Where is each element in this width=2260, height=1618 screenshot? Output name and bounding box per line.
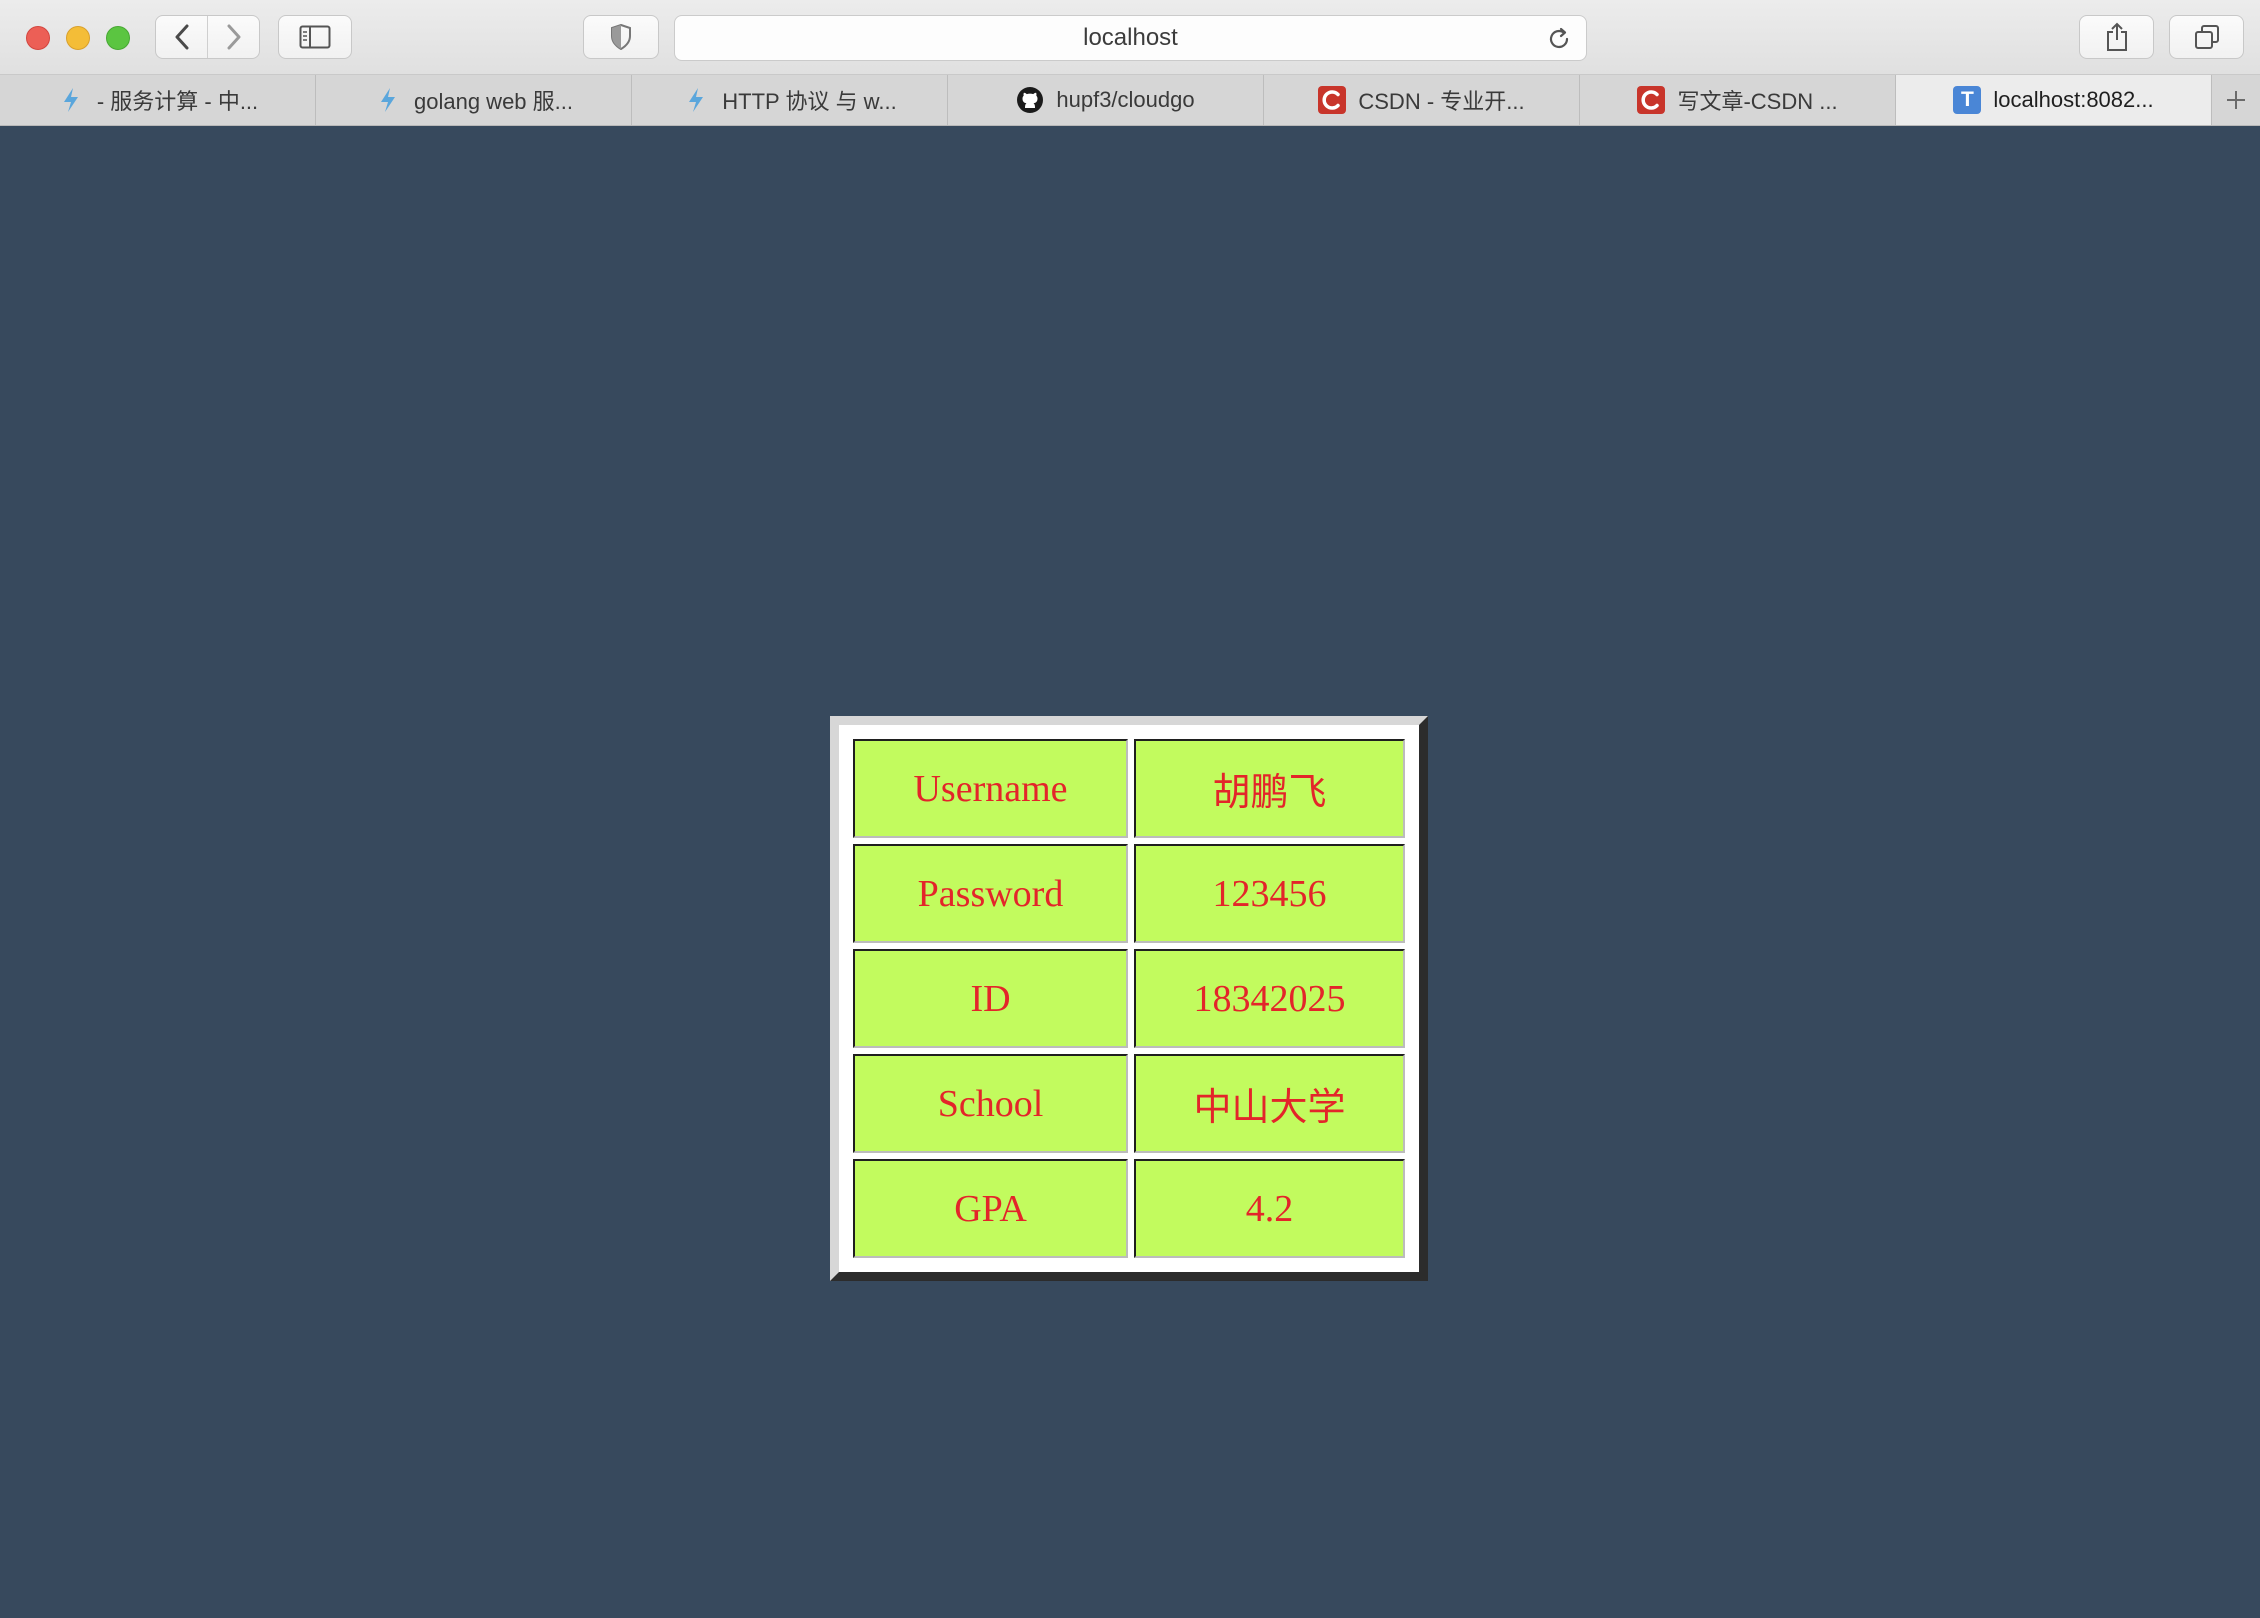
reload-icon[interactable] [1546, 26, 1572, 52]
new-tab-button[interactable] [2211, 75, 2260, 125]
profile-table: Username 胡鹏飞 Password 123456 ID 18342025… [830, 716, 1428, 1281]
row-value: 胡鹏飞 [1134, 739, 1405, 838]
t-icon: T [1953, 86, 1982, 114]
bolt-icon [682, 86, 710, 114]
address-bar[interactable]: localhost [674, 15, 1587, 61]
tab-label: localhost:8082... [1993, 87, 2154, 112]
close-window-button[interactable] [26, 26, 50, 50]
csdn-icon [1637, 86, 1666, 114]
chevron-right-icon [227, 24, 240, 50]
minimize-window-button[interactable] [66, 26, 90, 50]
bolt-icon [374, 86, 402, 114]
browser-toolbar: localhost [0, 0, 2260, 75]
tab-4[interactable]: CSDN - 专业开... [1264, 75, 1580, 125]
sidebar-icon [299, 25, 331, 49]
table-row: Password 123456 [853, 844, 1405, 943]
address-url: localhost [1083, 24, 1178, 51]
table-row: School 中山大学 [853, 1054, 1405, 1153]
row-key: School [853, 1054, 1128, 1153]
share-icon [2106, 22, 2127, 51]
row-value: 4.2 [1134, 1159, 1405, 1258]
plus-icon [2227, 91, 2245, 109]
row-key: GPA [853, 1159, 1128, 1258]
tab-label: CSDN - 专业开... [1358, 89, 1525, 114]
row-key: Username [853, 739, 1128, 838]
table-row: ID 18342025 [853, 949, 1405, 1048]
table-row: GPA 4.2 [853, 1159, 1405, 1258]
zoom-window-button[interactable] [106, 26, 130, 50]
row-key: ID [853, 949, 1128, 1048]
row-value: 123456 [1134, 844, 1405, 943]
page-content: Username 胡鹏飞 Password 123456 ID 18342025… [0, 126, 2260, 1618]
tab-label: - 服务计算 - 中... [96, 89, 259, 114]
tab-bar: - 服务计算 - 中... golang web 服... HTTP 协议 与 … [0, 75, 2260, 126]
tab-1[interactable]: golang web 服... [316, 75, 632, 125]
chevron-left-icon [175, 24, 188, 50]
privacy-report-button[interactable] [583, 15, 659, 59]
table-row: Username 胡鹏飞 [853, 739, 1405, 838]
shield-icon [611, 24, 631, 50]
tab-0[interactable]: - 服务计算 - 中... [0, 75, 316, 125]
back-button[interactable] [156, 16, 207, 58]
row-value: 中山大学 [1134, 1054, 1405, 1153]
share-button[interactable] [2079, 15, 2154, 59]
tab-label: golang web 服... [414, 89, 573, 114]
tab-3[interactable]: hupf3/cloudgo [948, 75, 1264, 125]
row-value: 18342025 [1134, 949, 1405, 1048]
github-icon [1016, 86, 1044, 114]
csdn-icon [1318, 86, 1347, 114]
tab-5[interactable]: 写文章-CSDN ... [1580, 75, 1896, 125]
tab-2[interactable]: HTTP 协议 与 w... [632, 75, 948, 125]
tab-6-active[interactable]: T localhost:8082... [1896, 75, 2212, 125]
tab-label: HTTP 协议 与 w... [722, 89, 897, 114]
sidebar-button[interactable] [278, 15, 352, 59]
navigation-buttons [155, 15, 260, 59]
tab-overview-button[interactable] [2169, 15, 2244, 59]
tab-overview-icon [2194, 25, 2219, 49]
tab-label: hupf3/cloudgo [1056, 87, 1195, 112]
tab-label: 写文章-CSDN ... [1677, 89, 1838, 114]
row-key: Password [853, 844, 1128, 943]
forward-button[interactable] [207, 16, 259, 58]
bolt-icon [57, 86, 85, 114]
